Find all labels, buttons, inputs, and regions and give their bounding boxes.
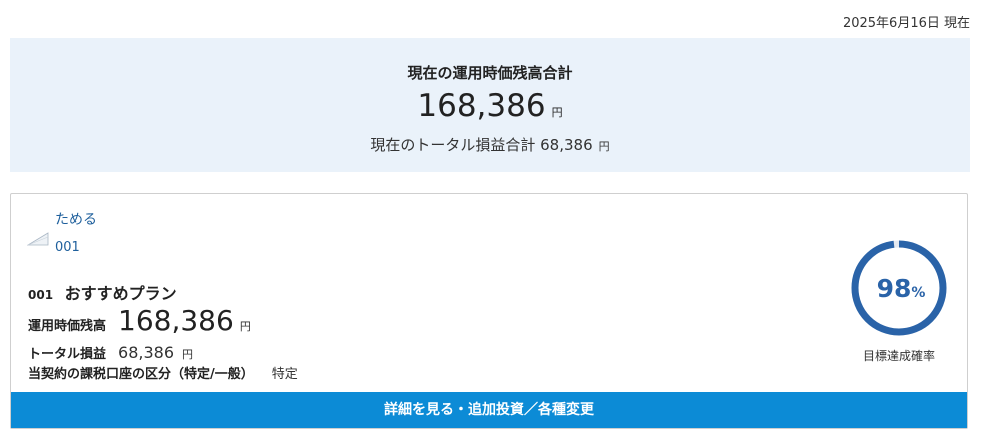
- gauge-label: 目標達成確率: [862, 349, 935, 363]
- goal-probability-gauge: 98%: [851, 240, 947, 336]
- plan-balance: 運用時価残高 168,386 円: [28, 304, 251, 337]
- plan-total-pl-value: 68,386: [118, 343, 174, 362]
- page: 2025年6月16日 現在 現在の運用時価残高合計 168,386 円 現在のトー…: [0, 0, 982, 443]
- summary-panel: 現在の運用時価残高合計 168,386 円 現在のトータル損益合計 68,386 円: [10, 38, 970, 172]
- plan-name: おすすめプラン: [64, 284, 177, 303]
- detail-button[interactable]: 詳細を見る・追加投資／各種変更: [11, 392, 967, 428]
- total-balance-unit: 円: [551, 106, 563, 119]
- account-name-link[interactable]: ためる: [55, 209, 97, 229]
- image-placeholder-icon: [27, 232, 49, 246]
- account-code-link[interactable]: 001: [55, 240, 80, 255]
- gauge-value-text: 98%: [877, 274, 926, 303]
- tax-account-type: 当契約の課税口座の区分（特定/一般） 特定: [28, 363, 298, 382]
- plan-total-pl: トータル損益 68,386 円: [28, 343, 193, 362]
- gauge-value: 98: [877, 274, 912, 303]
- plan-card: ためる 001 001 おすすめプラン 運用時価残高 168,386 円 トータ…: [10, 193, 968, 429]
- total-pl: 現在のトータル損益合計 68,386 円: [10, 134, 970, 155]
- plan-balance-value: 168,386: [118, 304, 234, 337]
- total-balance-value: 168,386: [417, 88, 546, 124]
- plan-total-pl-label: トータル損益: [28, 347, 107, 362]
- total-pl-label: 現在のトータル損益合計: [370, 136, 536, 154]
- plan-balance-label: 運用時価残高: [28, 319, 107, 334]
- plan-code: 001: [28, 288, 54, 302]
- plan-balance-unit: 円: [239, 320, 251, 333]
- tax-account-label: 当契約の課税口座の区分（特定/一般）: [28, 367, 254, 382]
- total-balance: 168,386 円: [10, 88, 970, 124]
- tax-account-value: 特定: [271, 367, 298, 382]
- gauge-unit: %: [911, 285, 925, 301]
- total-pl-value: 68,386: [540, 136, 593, 154]
- as-of-date: 2025年6月16日 現在: [842, 16, 970, 31]
- total-pl-unit: 円: [598, 140, 610, 153]
- plan-heading: 001 おすすめプラン: [28, 280, 177, 304]
- summary-title: 現在の運用時価残高合計: [407, 64, 573, 82]
- plan-total-pl-unit: 円: [182, 348, 193, 361]
